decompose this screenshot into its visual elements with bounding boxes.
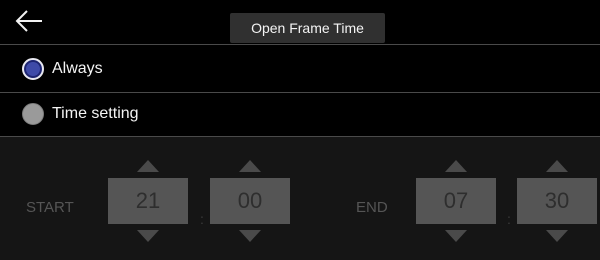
radio-time-setting[interactable]	[22, 103, 44, 125]
start-minute-up-icon[interactable]	[239, 160, 261, 172]
start-minute-value[interactable]: 00	[210, 178, 290, 224]
option-always-label: Always	[52, 60, 103, 77]
start-label: START	[26, 199, 74, 216]
option-time-setting[interactable]: Time setting	[0, 92, 600, 137]
start-hour-up-icon[interactable]	[137, 160, 159, 172]
start-time-separator: :	[200, 211, 204, 227]
end-label: END	[356, 199, 388, 216]
end-hour-value[interactable]: 07	[416, 178, 496, 224]
option-always[interactable]: Always	[0, 46, 600, 93]
open-frame-time-screen: Open Frame Time Always Time setting STAR…	[0, 0, 600, 260]
end-minute-down-icon[interactable]	[546, 230, 568, 242]
option-time-setting-label: Time setting	[52, 105, 139, 122]
end-minute-spinner: 30	[517, 160, 597, 242]
back-arrow-icon[interactable]	[14, 8, 44, 34]
start-hour-down-icon[interactable]	[137, 230, 159, 242]
start-minute-spinner: 00	[210, 160, 290, 242]
page-title: Open Frame Time	[230, 13, 385, 43]
end-hour-up-icon[interactable]	[445, 160, 467, 172]
header-bar: Open Frame Time	[0, 0, 600, 45]
start-hour-spinner: 21	[108, 160, 188, 242]
end-minute-up-icon[interactable]	[546, 160, 568, 172]
end-hour-spinner: 07	[416, 160, 496, 242]
start-minute-down-icon[interactable]	[239, 230, 261, 242]
end-time-separator: :	[507, 211, 511, 227]
end-minute-value[interactable]: 30	[517, 178, 597, 224]
radio-always-selected[interactable]	[22, 58, 44, 80]
time-setting-panel: START 21 : 00 END 07 : 30	[0, 137, 600, 260]
end-hour-down-icon[interactable]	[445, 230, 467, 242]
start-hour-value[interactable]: 21	[108, 178, 188, 224]
